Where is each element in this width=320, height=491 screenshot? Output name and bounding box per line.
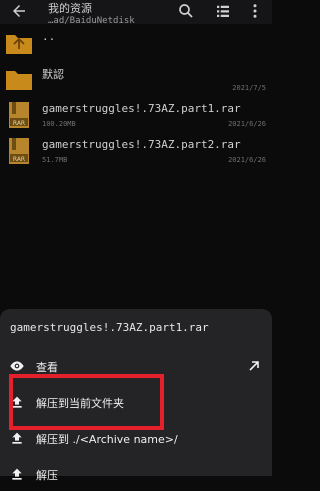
action-extract-here[interactable]: 解压到当前文件夹 [0, 385, 272, 419]
action-bottom-sheet: gamerstruggles!.73AZ.part1.rar 查看 解压到当前文… [0, 309, 272, 482]
file-name: .. [42, 30, 56, 43]
eye-icon [10, 361, 24, 371]
folder-icon [6, 71, 32, 90]
extract-icon [12, 432, 22, 444]
extract-icon [12, 396, 22, 408]
action-extract-to-folder[interactable]: 解压到 ./<Archive name>/ [0, 421, 272, 455]
list-view-icon[interactable] [214, 2, 232, 20]
top-app-bar: 我的资源 …ad/BaiduNetdisk [0, 0, 272, 26]
file-size: 100.20MB [42, 120, 76, 128]
file-time: 2021/6/26 [228, 120, 266, 128]
file-name: gamerstruggles!.73AZ.part2.rar [42, 138, 241, 151]
action-view[interactable]: 查看 [0, 349, 272, 383]
file-name: gamerstruggles!.73AZ.part1.rar [42, 102, 241, 115]
action-extract[interactable]: 解压 [0, 457, 272, 491]
list-item-rar-part2[interactable]: RAR gamerstruggles!.73AZ.part2.rar 51.7M… [0, 132, 272, 168]
svg-text:RAR: RAR [13, 120, 25, 127]
action-label: 解压到当前文件夹 [36, 397, 124, 410]
open-external-arrow-icon[interactable] [246, 358, 262, 374]
file-name: 默認 [42, 68, 64, 81]
sheet-title: gamerstruggles!.73AZ.part1.rar [10, 321, 209, 334]
file-time: 2021/6/26 [228, 156, 266, 164]
search-icon[interactable] [177, 2, 195, 20]
extract-icon [12, 468, 22, 480]
action-label: 解压 [36, 469, 58, 482]
title-block: 我的资源 …ad/BaiduNetdisk [48, 0, 168, 26]
rar-archive-icon: RAR [9, 138, 29, 164]
file-time: 2021/7/5 [232, 84, 266, 92]
list-item-rar-part1[interactable]: RAR gamerstruggles!.73AZ.part1.rar 100.2… [0, 96, 272, 132]
more-options-icon[interactable] [246, 2, 264, 20]
file-list: .. 默認 2021/7/5 RAR gamerstruggles!.73AZ.… [0, 24, 272, 168]
folder-icon [6, 35, 32, 54]
file-size: 51.7MB [42, 156, 68, 164]
back-arrow-icon[interactable] [10, 2, 28, 20]
page-title: 我的资源 [48, 2, 92, 15]
action-label: 解压到 ./<Archive name>/ [36, 433, 178, 446]
list-item-folder[interactable]: 默認 2021/7/5 [0, 60, 272, 96]
list-item-parent-folder[interactable]: .. [0, 24, 272, 60]
action-label: 查看 [36, 361, 58, 374]
rar-archive-icon: RAR [9, 102, 29, 128]
svg-text:RAR: RAR [13, 156, 25, 163]
